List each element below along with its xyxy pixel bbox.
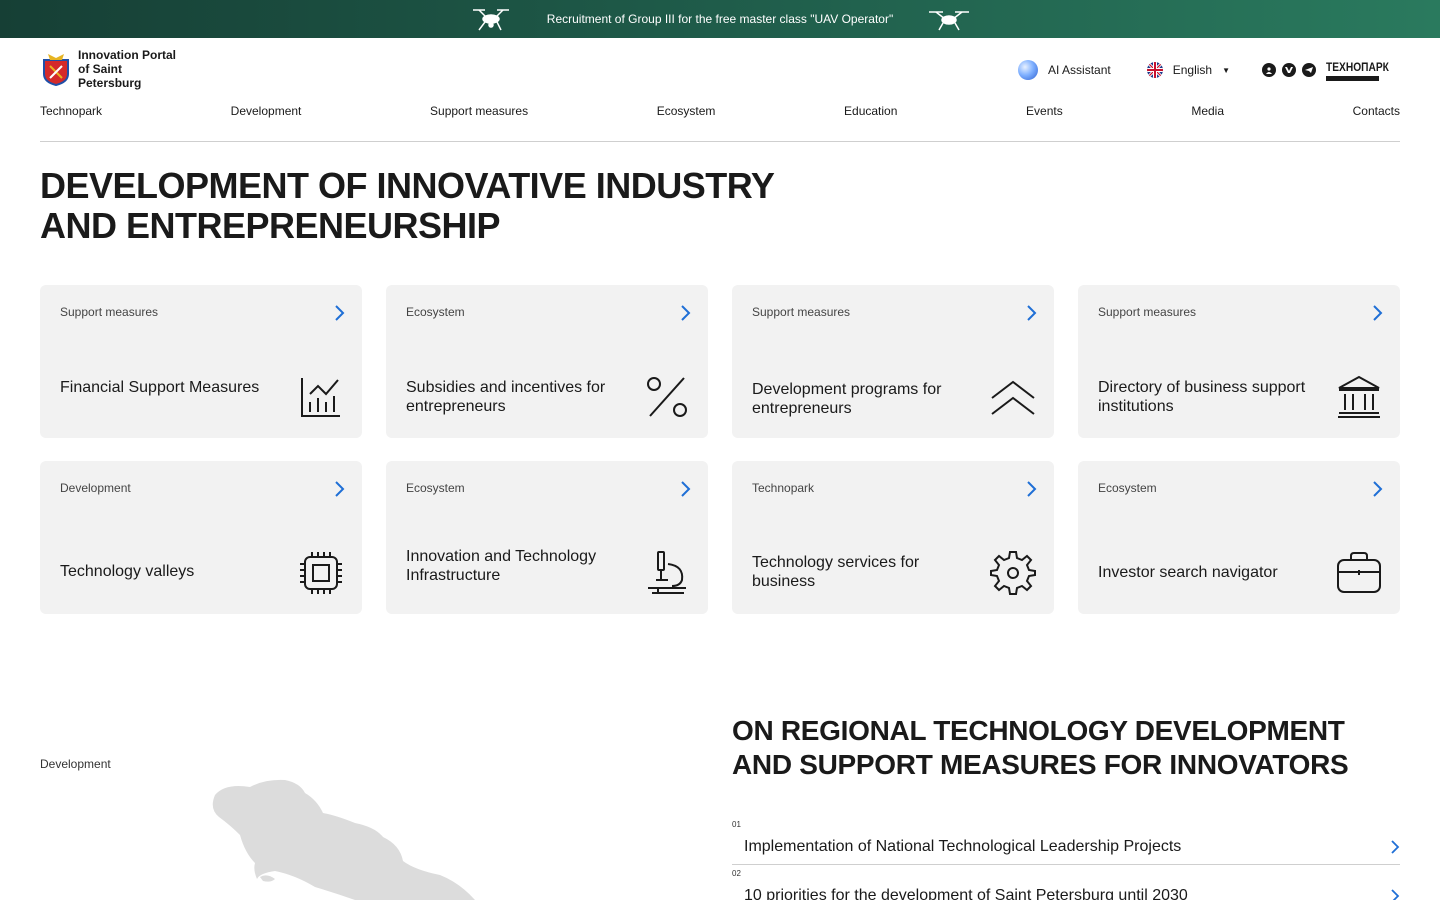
accordion-number: 01: [732, 820, 741, 829]
technopark-logo-text: ТЕХНОПАРК: [1326, 59, 1389, 74]
microscope-icon: [648, 551, 686, 594]
nav-item-education[interactable]: Education: [844, 104, 897, 118]
language-selector[interactable]: English ▼: [1146, 62, 1231, 78]
chevron-right-icon: [681, 481, 691, 497]
card-title: Investor search navigator: [1098, 564, 1278, 581]
card-infrastructure[interactable]: Ecosystem Innovation and Technology Infr…: [386, 461, 708, 614]
technopark-logo-bar: [1326, 75, 1380, 81]
card-subsidies[interactable]: Ecosystem Subsidies and incentives for e…: [386, 285, 708, 438]
site-header: Innovation Portal of Saint Petersburg AI…: [40, 38, 1400, 100]
card-category: Support measures: [1098, 305, 1197, 319]
technopark-logo[interactable]: ТЕХНОПАРК: [1326, 60, 1400, 81]
accordion-item[interactable]: 02 10 priorities for the development of …: [732, 869, 1400, 900]
banner-text: Recruitment of Group III for the free ma…: [546, 12, 894, 26]
nav-item-support-measures[interactable]: Support measures: [430, 104, 528, 118]
vk-icon[interactable]: [1282, 63, 1297, 77]
percent-icon: [647, 377, 687, 417]
section-title: On regional technology development and s…: [732, 715, 1349, 780]
card-technology-services[interactable]: Technopark Technology services for busin…: [732, 461, 1054, 614]
ai-assistant-label: AI Assistant: [1048, 63, 1111, 77]
nav-item-events[interactable]: Events: [1026, 104, 1063, 118]
chevron-right-icon: [1027, 481, 1037, 497]
nav-item-development[interactable]: Development: [231, 104, 302, 118]
nav-item-media[interactable]: Media: [1191, 104, 1224, 118]
card-title: Financial Support Measures: [60, 379, 260, 396]
chevron-right-icon: [1391, 840, 1400, 854]
promo-banner[interactable]: Recruitment of Group III for the free ma…: [0, 0, 1440, 38]
card-category: Ecosystem: [406, 305, 465, 319]
card-category: Ecosystem: [406, 481, 465, 495]
card-title: Technology services for business: [752, 554, 920, 590]
chevron-right-icon: [1391, 889, 1400, 900]
coat-of-arms-icon: [43, 54, 69, 86]
card-business-directory[interactable]: Support measures Directory of business s…: [1078, 285, 1400, 438]
telegram-icon[interactable]: [1302, 63, 1317, 77]
logo-text: Innovation Portal of Saint Petersburg: [78, 48, 177, 90]
card-category: Support measures: [752, 305, 851, 319]
drone-icon: [472, 9, 509, 31]
profile-icon[interactable]: [1262, 63, 1277, 77]
social-links: [1262, 63, 1317, 77]
uk-flag-icon: [1146, 62, 1163, 78]
card-financial-support[interactable]: Support measures Financial Support Measu…: [40, 285, 362, 438]
nav-item-contacts[interactable]: Contacts: [1353, 104, 1400, 118]
accordion-item[interactable]: 01 Implementation of National Technologi…: [732, 820, 1400, 865]
card-title: Development programs for entrepreneurs: [752, 381, 942, 417]
gear-icon: [990, 551, 1036, 595]
card-development-programs[interactable]: Support measures Development programs fo…: [732, 285, 1054, 438]
nav-item-ecosystem[interactable]: Ecosystem: [657, 104, 716, 118]
chart-icon: [301, 378, 340, 417]
region-map: [212, 779, 475, 900]
chip-icon: [300, 552, 342, 594]
section-category: Development: [40, 757, 111, 771]
chevron-right-icon: [335, 481, 345, 497]
chevron-right-icon: [1373, 481, 1383, 497]
card-title: Innovation and Technology Infrastructure: [406, 548, 597, 584]
card-category: Technopark: [752, 481, 815, 495]
chevron-right-icon: [1373, 305, 1383, 321]
card-category: Development: [60, 481, 131, 495]
accordion-number: 02: [732, 869, 741, 878]
accordion-label: 10 priorities for the development of Sai…: [744, 887, 1188, 900]
card-title: Subsidies and incentives for entrepreneu…: [406, 379, 606, 415]
ai-assistant-icon: [1018, 60, 1039, 80]
institution-icon: [1338, 375, 1380, 418]
drone-icon: [929, 11, 970, 31]
accordion-row: Implementation of National Technological…: [732, 835, 1400, 859]
header-tools: AI Assistant English ▼ ТЕХНОПАРК: [1018, 58, 1400, 82]
card-title: Technology valleys: [60, 563, 195, 580]
chevron-right-icon: [1027, 305, 1037, 321]
chevron-down-icon: ▼: [1222, 65, 1231, 75]
language-label: English: [1172, 63, 1213, 77]
accordion-row: 10 priorities for the development of Sai…: [732, 884, 1400, 900]
card-category: Support measures: [60, 305, 159, 319]
card-category: Ecosystem: [1098, 481, 1157, 495]
card-title: Directory of business support institutio…: [1098, 379, 1306, 415]
page-title: Development of innovative industry and e…: [40, 165, 774, 246]
accordion-label: Implementation of National Technological…: [744, 838, 1182, 855]
ai-assistant-button[interactable]: AI Assistant: [1018, 60, 1111, 80]
nav-item-technopark[interactable]: Technopark: [40, 104, 102, 118]
double-chevron-up-icon: [991, 380, 1035, 415]
chevron-right-icon: [681, 305, 691, 321]
card-technology-valleys[interactable]: Development Technology valleys: [40, 461, 362, 614]
briefcase-icon: [1337, 552, 1381, 593]
chevron-right-icon: [335, 305, 345, 321]
main-nav: Technopark Development Support measures …: [40, 100, 1400, 142]
site-logo[interactable]: Innovation Portal of Saint Petersburg: [40, 48, 188, 90]
card-investor-navigator[interactable]: Ecosystem Investor search navigator: [1078, 461, 1400, 614]
